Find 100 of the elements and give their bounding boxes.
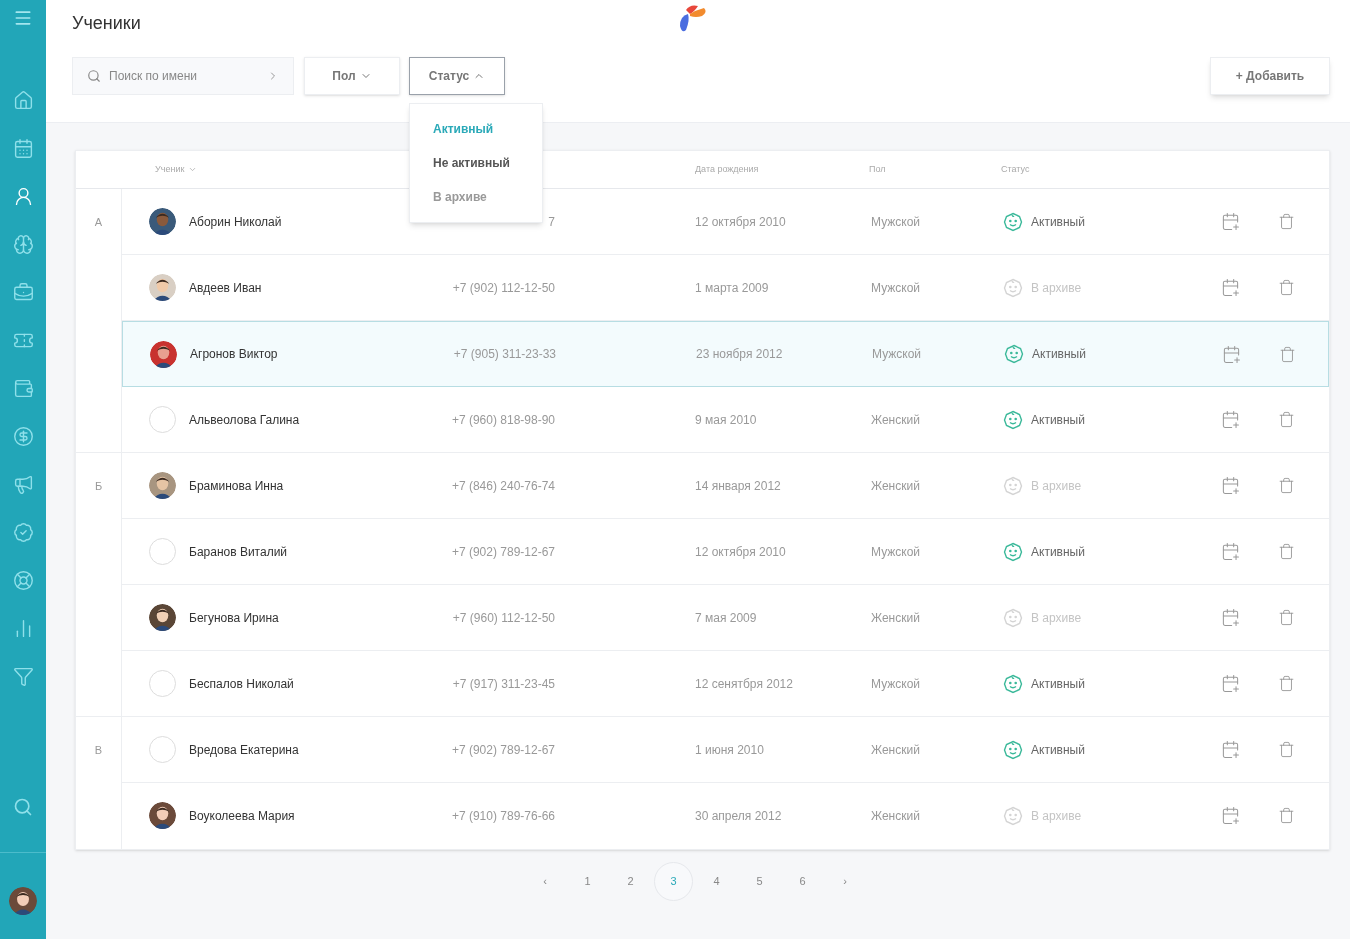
status-label: Активный bbox=[1031, 213, 1085, 231]
phone-cell-text: +7 (917) 311-23-45 bbox=[451, 675, 555, 693]
dropdown-option[interactable]: Не активный bbox=[433, 154, 519, 172]
page-button[interactable]: 1 bbox=[568, 862, 607, 901]
phone-cell-text: +7 (846) 240-76-74 bbox=[450, 477, 555, 495]
page-button[interactable]: 5 bbox=[740, 862, 779, 901]
birth-date-cell-text: 12 сенятбря 2012 bbox=[695, 675, 794, 693]
next-page-button[interactable]: › bbox=[826, 862, 864, 901]
baby-face-icon bbox=[1003, 739, 1023, 760]
add-to-calendar-icon[interactable] bbox=[1221, 608, 1240, 627]
gender-cell-text: Женский bbox=[871, 411, 921, 429]
previous-page-button[interactable]: ‹ bbox=[526, 862, 564, 901]
add-button[interactable]: + Добавить bbox=[1210, 57, 1330, 95]
trash-icon[interactable] bbox=[1278, 675, 1295, 692]
page-button[interactable]: 4 bbox=[697, 862, 736, 901]
birth-date-cell-text: 30 апреля 2012 bbox=[695, 807, 783, 825]
phone-cell-text: +7 (902) 112-12-50 bbox=[451, 279, 555, 297]
search-icon[interactable] bbox=[13, 797, 33, 817]
column-header: Статус bbox=[1001, 162, 1030, 176]
trash-icon[interactable] bbox=[1278, 609, 1295, 626]
column-header: Дата рождения bbox=[695, 162, 760, 176]
phone-cell-text: +7 (902) 789-12-67 bbox=[450, 741, 555, 759]
add-to-calendar-icon[interactable] bbox=[1221, 410, 1240, 429]
student-name: Баранов Виталий bbox=[189, 543, 289, 561]
table-row[interactable]: Браминова Инна +7 (846) 240-76-74 14 января 2012 Женский В архиве bbox=[122, 453, 1329, 519]
add-to-calendar-icon[interactable] bbox=[1221, 674, 1240, 693]
menu-icon[interactable] bbox=[13, 8, 33, 28]
birth-date-cell-text: 23 ноября 2012 bbox=[696, 346, 784, 363]
table-row[interactable]: Беспалов Николай +7 (917) 311-23-45 12 сенятбря 2012 Мужской Активный bbox=[122, 651, 1329, 717]
search-field[interactable]: Поиск по имени bbox=[72, 57, 294, 95]
filter-icon[interactable] bbox=[12, 666, 34, 687]
avatar-placeholder bbox=[149, 406, 176, 433]
phone-cell-text: +7 (902) 789-12-67 bbox=[450, 543, 555, 561]
status-filter-button[interactable]: Статус bbox=[409, 57, 505, 95]
student-name: Вредова Екатерина bbox=[189, 741, 300, 759]
add-to-calendar-icon[interactable] bbox=[1221, 278, 1240, 297]
coin-icon[interactable] bbox=[12, 426, 34, 447]
baby-face-icon bbox=[1003, 211, 1023, 232]
status-label: В архиве bbox=[1031, 807, 1082, 825]
status-label: Активный bbox=[1031, 543, 1085, 561]
gender-cell-text: Женский bbox=[871, 477, 921, 495]
briefcase-icon[interactable] bbox=[12, 282, 34, 303]
search-icon bbox=[87, 69, 101, 83]
avatar-placeholder bbox=[149, 736, 176, 763]
dropdown-option[interactable]: В архиве bbox=[433, 188, 519, 206]
add-to-calendar-icon[interactable] bbox=[1221, 542, 1240, 561]
table-row[interactable]: Альвеолова Галина +7 (960) 818-98-90 9 мая 2010 Женский Активный bbox=[122, 387, 1329, 453]
trash-icon[interactable] bbox=[1278, 411, 1295, 428]
page-button[interactable]: 6 bbox=[783, 862, 822, 901]
gender-cell-text: Мужской bbox=[871, 279, 922, 297]
chevron-down-icon bbox=[188, 165, 198, 174]
trash-icon[interactable] bbox=[1278, 807, 1295, 824]
birth-date-cell-text: 1 марта 2009 bbox=[695, 279, 770, 297]
page-title: Ученики bbox=[72, 12, 141, 35]
wallet-icon[interactable] bbox=[12, 378, 34, 399]
table-row[interactable]: Агронов Виктор +7 (905) 311-23-33 23 ноября 2012 Мужской Активный bbox=[122, 321, 1329, 387]
add-to-calendar-icon[interactable] bbox=[1221, 212, 1240, 231]
table-row[interactable]: Вредова Екатерина +7 (902) 789-12-67 1 июня 2010 Женский Активный bbox=[122, 717, 1329, 783]
baby-face-icon bbox=[1003, 277, 1023, 298]
lifebuoy-icon[interactable] bbox=[12, 570, 34, 591]
status-label: В архиве bbox=[1031, 477, 1082, 495]
trash-icon[interactable] bbox=[1278, 741, 1295, 758]
student-name: Аборин Николай bbox=[189, 213, 283, 231]
student-name: Воуколеева Мария bbox=[189, 807, 296, 825]
gender-filter-button[interactable]: Пол bbox=[304, 57, 400, 95]
birth-date-cell-text: 9 мая 2010 bbox=[695, 411, 758, 429]
group-letter: В bbox=[94, 742, 103, 758]
table-row[interactable]: Баранов Виталий +7 (902) 789-12-67 12 октября 2010 Мужской Активный bbox=[122, 519, 1329, 585]
table-row[interactable]: Бегунова Ирина +7 (960) 112-12-50 7 мая 2009 Женский В архиве bbox=[122, 585, 1329, 651]
add-to-calendar-icon[interactable] bbox=[1221, 476, 1240, 495]
dropdown-option[interactable]: Активный bbox=[433, 120, 519, 138]
search-input[interactable]: Поиск по имени bbox=[109, 67, 259, 85]
baby-face-icon bbox=[1003, 607, 1023, 628]
badge-icon[interactable] bbox=[12, 522, 34, 543]
trash-icon[interactable] bbox=[1278, 213, 1295, 230]
brain-icon[interactable] bbox=[12, 234, 34, 255]
trash-icon[interactable] bbox=[1278, 477, 1295, 494]
page-button[interactable]: 2 bbox=[611, 862, 650, 901]
gender-cell-text: Мужской bbox=[871, 213, 922, 231]
table-row[interactable]: Воуколеева Мария +7 (910) 789-76-66 30 апреля 2012 Женский В архиве bbox=[122, 783, 1329, 849]
student-name: Альвеолова Галина bbox=[189, 411, 301, 429]
page-button[interactable]: 3 bbox=[654, 862, 693, 901]
add-to-calendar-icon[interactable] bbox=[1221, 740, 1240, 759]
home-icon[interactable] bbox=[12, 90, 34, 111]
trash-icon[interactable] bbox=[1278, 279, 1295, 296]
baby-face-icon bbox=[1004, 344, 1024, 364]
baby-face-icon bbox=[1003, 541, 1023, 562]
trash-icon[interactable] bbox=[1279, 345, 1296, 363]
megaphone-icon[interactable] bbox=[12, 474, 34, 495]
birth-date-cell-text: 1 июня 2010 bbox=[695, 741, 765, 759]
birth-date-cell-text: 7 мая 2009 bbox=[695, 609, 758, 627]
phone-cell-text: +7 (960) 112-12-50 bbox=[451, 609, 555, 627]
column-header: Пол bbox=[869, 162, 887, 176]
status-label: Активный bbox=[1031, 411, 1085, 429]
trash-icon[interactable] bbox=[1278, 543, 1295, 560]
group-letter: А bbox=[94, 214, 103, 230]
column-header[interactable]: Ученик bbox=[155, 162, 399, 177]
add-to-calendar-icon[interactable] bbox=[1221, 806, 1240, 825]
add-to-calendar-icon[interactable] bbox=[1222, 344, 1241, 364]
calendar-icon[interactable] bbox=[12, 138, 34, 159]
